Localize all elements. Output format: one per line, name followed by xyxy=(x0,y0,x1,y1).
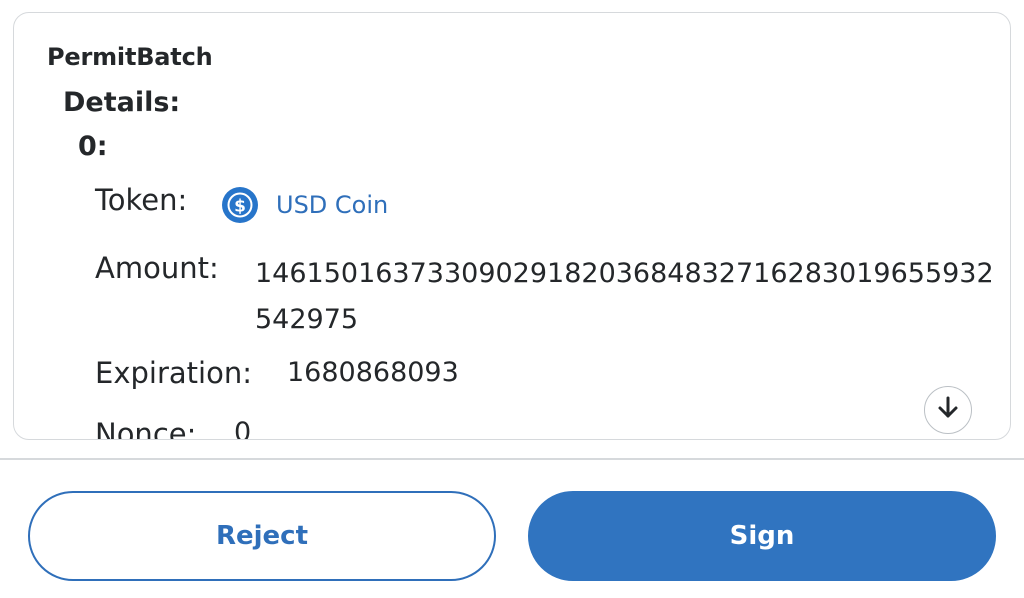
svg-text:$: $ xyxy=(234,197,246,217)
scroll-down-button[interactable] xyxy=(924,386,972,434)
sign-button[interactable]: Sign xyxy=(528,491,996,581)
usdc-coin-icon: $ xyxy=(222,187,258,223)
expiration-label: Expiration: xyxy=(95,356,252,390)
token-label: Token: xyxy=(95,183,188,217)
index-label: 0: xyxy=(78,131,108,162)
message-card[interactable]: PermitBatch Details: 0: Token: $ USD Coi… xyxy=(13,12,1011,440)
nonce-value: 0 xyxy=(234,417,252,440)
nonce-label: Nonce: xyxy=(95,417,197,440)
primary-type-title: PermitBatch xyxy=(47,43,213,71)
footer-divider xyxy=(0,458,1024,460)
amount-label: Amount: xyxy=(95,251,219,285)
amount-value: 1461501637330902918203684832716283019655… xyxy=(255,258,994,335)
expiration-value: 1680868093 xyxy=(287,357,459,388)
arrow-down-icon xyxy=(935,395,961,425)
reject-button[interactable]: Reject xyxy=(28,491,496,581)
token-name-link[interactable]: USD Coin xyxy=(276,191,388,219)
details-label: Details: xyxy=(63,87,181,118)
